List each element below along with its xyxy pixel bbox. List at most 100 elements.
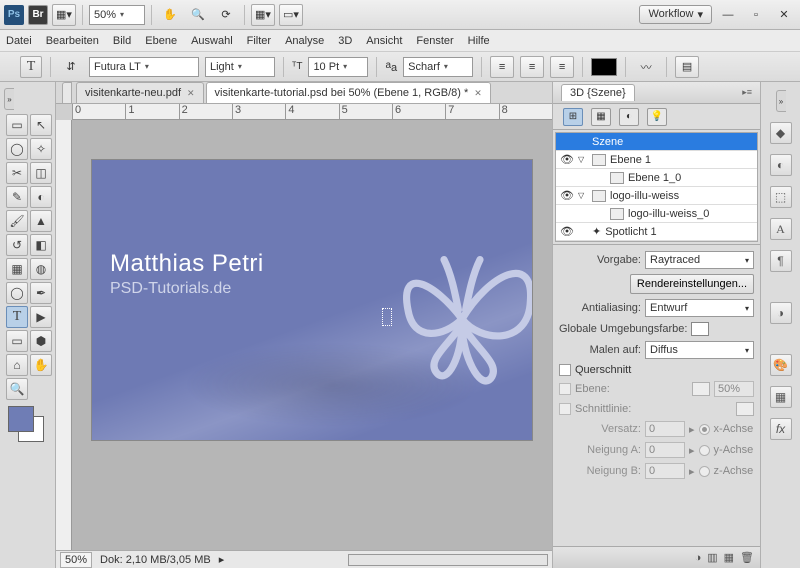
scene-filter-light-icon[interactable]: 💡: [647, 108, 667, 126]
3d-camera-tool-icon[interactable]: ⌂: [6, 354, 28, 376]
gradient-tool-icon[interactable]: ▦: [6, 258, 28, 280]
expand-icon[interactable]: ▽: [578, 191, 588, 200]
panel-3d-tab[interactable]: 3D {Szene} ▸≡: [553, 82, 760, 104]
styles-panel-icon[interactable]: fx: [770, 418, 792, 440]
tree-row-szene[interactable]: Szene: [556, 133, 757, 151]
type-tool-icon[interactable]: T: [6, 306, 28, 328]
path-select-tool-icon[interactable]: ▶: [30, 306, 52, 328]
minibridge-button[interactable]: ▦▾: [52, 4, 76, 26]
history-brush-tool-icon[interactable]: ↺: [6, 234, 28, 256]
menu-auswahl[interactable]: Auswahl: [191, 35, 233, 47]
menu-hilfe[interactable]: Hilfe: [468, 35, 490, 47]
foreground-color-swatch[interactable]: [8, 406, 34, 432]
status-zoom[interactable]: 50%: [60, 552, 92, 568]
swatches-panel-icon[interactable]: ▦: [770, 386, 792, 408]
expand-panels-icon[interactable]: »: [776, 90, 786, 112]
scene-filter-material-icon[interactable]: ◐: [619, 108, 639, 126]
character-panel-icon[interactable]: ▤: [675, 56, 699, 78]
visibility-icon[interactable]: 👁: [560, 225, 574, 238]
ambient-color-swatch[interactable]: [691, 322, 709, 336]
menu-bild[interactable]: Bild: [113, 35, 131, 47]
menu-datei[interactable]: Datei: [6, 35, 32, 47]
scene-filter-mesh-icon[interactable]: ▦: [591, 108, 611, 126]
visibility-icon[interactable]: 👁: [560, 153, 574, 166]
blur-tool-icon[interactable]: ◍: [30, 258, 52, 280]
window-maximize-icon[interactable]: ▫: [744, 4, 768, 26]
workspace-switcher[interactable]: Workflow▾: [639, 5, 712, 24]
zoom-tool-icon[interactable]: 🔍: [186, 4, 210, 26]
preset-select[interactable]: Raytraced: [645, 251, 754, 269]
new-light-icon[interactable]: ▦: [724, 551, 734, 564]
delete-icon[interactable]: 🗑: [740, 551, 754, 564]
menu-analyse[interactable]: Analyse: [285, 35, 324, 47]
eyedropper-tool-icon[interactable]: ✎: [6, 186, 28, 208]
document-tab[interactable]: visitenkarte-neu.pdf✕: [76, 82, 204, 103]
window-minimize-icon[interactable]: —: [716, 4, 740, 26]
adjustments-panel-icon[interactable]: ◑: [770, 302, 792, 324]
render-settings-button[interactable]: Rendereinstellungen...: [630, 274, 754, 294]
scene-filter-scene-icon[interactable]: ⊞: [563, 108, 583, 126]
shape-tool-icon[interactable]: ▭: [6, 330, 28, 352]
toggle-lights-icon[interactable]: ◑: [695, 552, 702, 564]
color-panel-icon[interactable]: 🎨: [770, 354, 792, 376]
warp-text-icon[interactable]: 〰: [634, 56, 658, 78]
toolbox-collapse-icon[interactable]: »: [4, 88, 14, 110]
tree-row-ebene1-0[interactable]: Ebene 1_0: [556, 169, 757, 187]
font-style-select[interactable]: Light: [205, 57, 275, 77]
paragraph-panel-icon[interactable]: ¶: [770, 250, 792, 272]
lasso-tool-icon[interactable]: ◯: [6, 138, 28, 160]
align-right-icon[interactable]: ≡: [550, 56, 574, 78]
move-tool-icon[interactable]: ↖: [30, 114, 52, 136]
align-center-icon[interactable]: ≡: [520, 56, 544, 78]
menu-bearbeiten[interactable]: Bearbeiten: [46, 35, 99, 47]
3d-tool-icon[interactable]: ⬢: [30, 330, 52, 352]
screen-mode-button[interactable]: ▭▾: [279, 4, 303, 26]
menu-ebene[interactable]: Ebene: [145, 35, 177, 47]
expand-icon[interactable]: ▽: [578, 155, 588, 164]
foreground-background-swatch[interactable]: [8, 406, 48, 446]
pen-tool-icon[interactable]: ✒: [30, 282, 52, 304]
window-close-icon[interactable]: ✕: [772, 4, 796, 26]
tab-strip-collapse-icon[interactable]: [62, 82, 72, 103]
menu-fenster[interactable]: Fenster: [416, 35, 453, 47]
layers-panel-icon[interactable]: ◆: [770, 122, 792, 144]
eraser-tool-icon[interactable]: ◧: [30, 234, 52, 256]
horizontal-scrollbar[interactable]: [348, 554, 548, 566]
slice-tool-icon[interactable]: ◫: [30, 162, 52, 184]
cross-section-checkbox[interactable]: [559, 364, 571, 376]
paths-panel-icon[interactable]: ⬚: [770, 186, 792, 208]
business-card-canvas[interactable]: Matthias Petri PSD-Tutorials.de: [92, 160, 532, 440]
paint-on-select[interactable]: Diffus: [645, 341, 754, 359]
antialiasing-select[interactable]: Entwurf: [645, 299, 754, 317]
document-tab[interactable]: visitenkarte-tutorial.psd bei 50% (Ebene…: [206, 82, 491, 103]
rotate-view-icon[interactable]: ⟳: [214, 4, 238, 26]
magic-wand-tool-icon[interactable]: ✧: [30, 138, 52, 160]
healing-tool-icon[interactable]: ◐: [30, 186, 52, 208]
tab-close-icon[interactable]: ✕: [187, 88, 195, 99]
hand-tool-icon[interactable]: ✋: [158, 4, 182, 26]
align-left-icon[interactable]: ≡: [490, 56, 514, 78]
crop-tool-icon[interactable]: ✂: [6, 162, 28, 184]
text-tool-preset-icon[interactable]: T: [20, 56, 42, 78]
hand-tool2-icon[interactable]: ✋: [30, 354, 52, 376]
antialias-select[interactable]: Scharf: [403, 57, 473, 77]
character-panel2-icon[interactable]: A: [770, 218, 792, 240]
dodge-tool-icon[interactable]: ◯: [6, 282, 28, 304]
tab-close-icon[interactable]: ✕: [474, 88, 482, 99]
tree-row-logo[interactable]: 👁▽logo-illu-weiss: [556, 187, 757, 205]
text-color-swatch[interactable]: [591, 58, 617, 76]
menu-ansicht[interactable]: Ansicht: [366, 35, 402, 47]
menu-filter[interactable]: Filter: [247, 35, 271, 47]
arrange-docs-button[interactable]: ▦▾: [251, 4, 275, 26]
visibility-icon[interactable]: 👁: [560, 189, 574, 202]
marquee-tool-icon[interactable]: ▭: [6, 114, 28, 136]
font-size-select[interactable]: 10 Pt: [308, 57, 368, 77]
brush-tool-icon[interactable]: 🖌: [6, 210, 28, 232]
zoom-select[interactable]: 50%: [89, 5, 145, 25]
menu-3d[interactable]: 3D: [338, 35, 352, 47]
channels-panel-icon[interactable]: ◐: [770, 154, 792, 176]
stamp-tool-icon[interactable]: ▲: [30, 210, 52, 232]
bridge-logo-icon[interactable]: Br: [28, 5, 48, 25]
font-family-select[interactable]: Futura LT: [89, 57, 199, 77]
canvas-area[interactable]: Matthias Petri PSD-Tutorials.de: [72, 120, 552, 550]
